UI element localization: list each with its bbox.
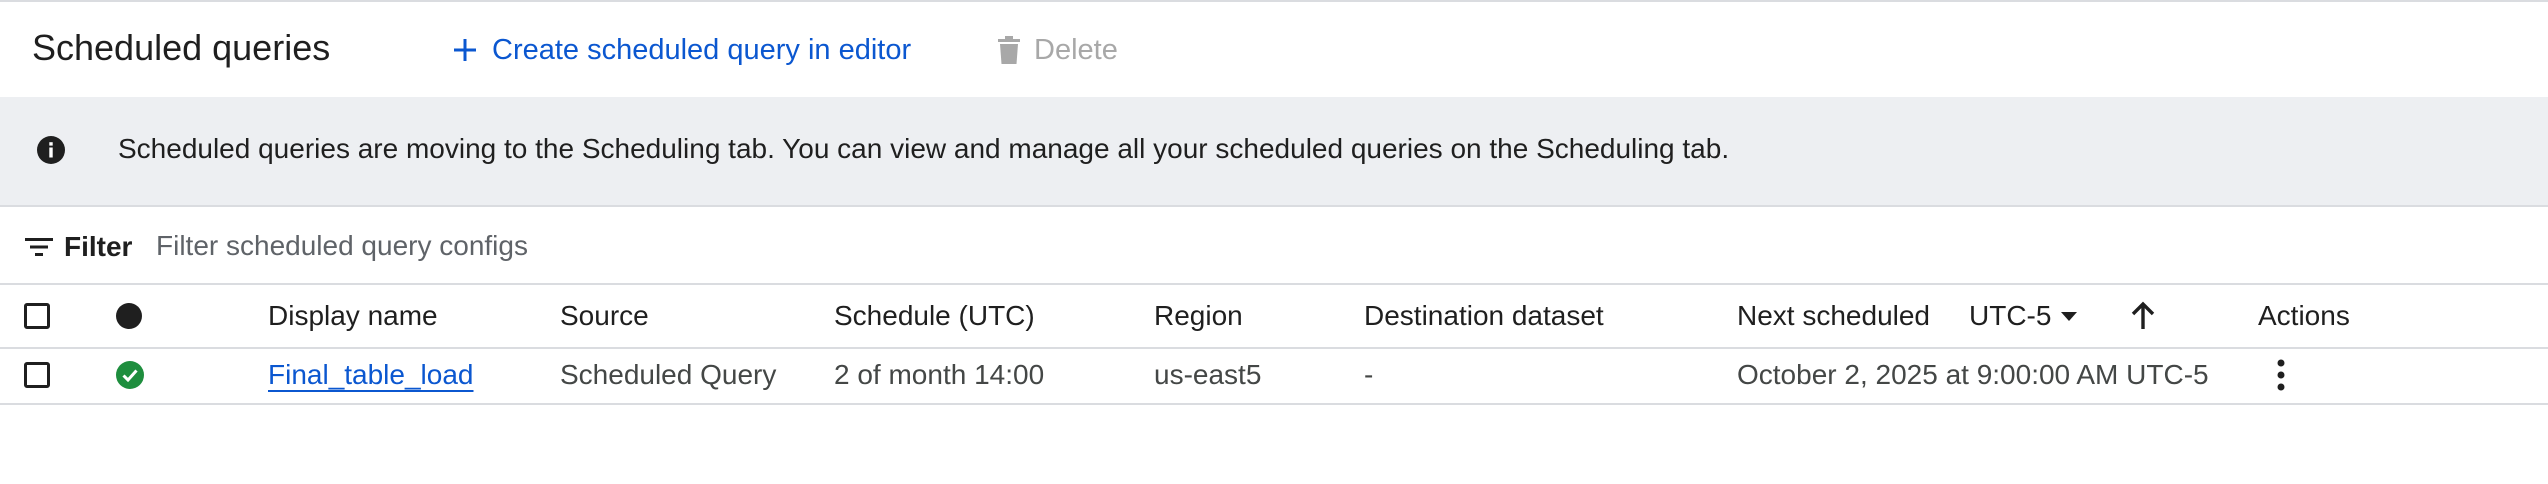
column-source[interactable]: Source	[560, 285, 649, 347]
filter-input[interactable]	[156, 225, 1356, 267]
timezone-dropdown[interactable]: UTC-5	[1969, 285, 2078, 347]
row-schedule: 2 of month 14:00	[834, 359, 1045, 390]
dropdown-caret-icon	[2061, 311, 2078, 321]
delete-button[interactable]: Delete	[996, 28, 1118, 72]
row-next-scheduled: October 2, 2025 at 9:00:00 AM UTC-5	[1737, 359, 2209, 390]
arrow-up-icon	[2131, 301, 2155, 329]
page-title: Scheduled queries	[32, 27, 331, 68]
delete-button-label: Delete	[1034, 33, 1118, 66]
info-icon	[37, 136, 65, 164]
select-all-checkbox[interactable]	[24, 303, 50, 329]
sort-button[interactable]	[2130, 285, 2156, 347]
row-display-name-cell: Final_table_load	[268, 347, 474, 403]
page-header: Scheduled queries Create scheduled query…	[0, 2, 2548, 97]
more-vert-icon	[2277, 359, 2285, 391]
row-source: Scheduled Query	[560, 359, 777, 390]
display-name-link[interactable]: Final_table_load	[268, 359, 474, 391]
create-button-label: Create scheduled query in editor	[492, 33, 912, 66]
plus-icon	[454, 39, 476, 61]
column-schedule[interactable]: Schedule (UTC)	[834, 285, 1035, 347]
trash-icon	[998, 36, 1020, 64]
check-circle-icon	[116, 361, 144, 389]
timezone-value: UTC-5	[1969, 300, 2052, 331]
row-checkbox[interactable]	[24, 362, 50, 388]
status-column-icon	[116, 303, 142, 329]
filter-label: Filter	[64, 231, 133, 262]
filter-button[interactable]: Filter	[24, 227, 132, 267]
select-all-cell	[24, 285, 50, 347]
filter-lines-icon	[25, 238, 53, 256]
row-select-cell	[24, 347, 50, 403]
column-next-scheduled[interactable]: Next scheduled	[1737, 285, 1930, 347]
row-actions-button[interactable]	[2268, 347, 2294, 403]
banner-message: Scheduled queries are moving to the Sche…	[118, 133, 1730, 164]
column-destination-dataset[interactable]: Destination dataset	[1364, 285, 1604, 347]
create-scheduled-query-button[interactable]: Create scheduled query in editor	[452, 28, 911, 72]
table-header: Display name Source Schedule (UTC) Regio…	[0, 283, 2548, 349]
column-region[interactable]: Region	[1154, 285, 1243, 347]
row-destination-dataset: -	[1364, 359, 1374, 390]
status-header-cell	[116, 285, 142, 347]
row-status-cell	[116, 347, 144, 403]
info-banner: Scheduled queries are moving to the Sche…	[0, 97, 2548, 207]
table-row: Final_table_load Scheduled Query 2 of mo…	[0, 347, 2548, 405]
column-actions: Actions	[2258, 300, 2350, 331]
column-display-name[interactable]: Display name	[268, 285, 438, 347]
row-region: us-east5	[1154, 359, 1262, 390]
filter-bar: Filter	[0, 207, 2548, 283]
